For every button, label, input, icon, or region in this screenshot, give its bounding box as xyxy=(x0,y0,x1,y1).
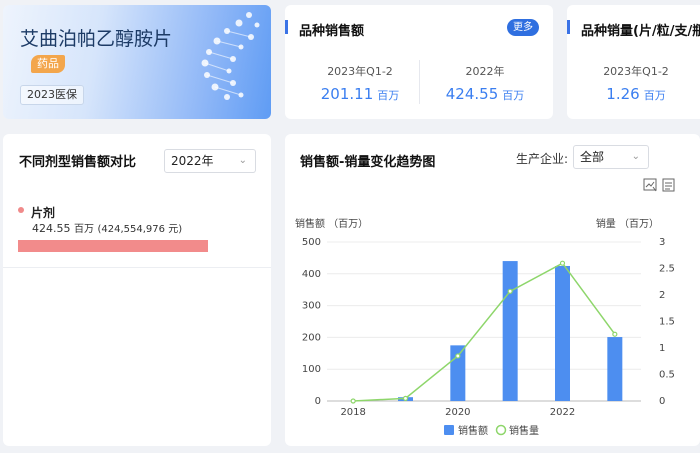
year-select-value: 2022年 xyxy=(171,154,214,168)
dosage-unit: 百万 xyxy=(74,224,94,235)
dosage-number: 424.55 xyxy=(32,222,71,235)
x-tick-label: 2018 xyxy=(340,407,365,418)
volume-period: 2023年Q1-2 xyxy=(603,65,669,78)
legend-bar-label: 销售额 xyxy=(458,424,488,437)
category-tag: 药品 xyxy=(31,55,65,73)
legend-line-swatch xyxy=(495,424,507,436)
dosage-card-title: 不同剂型销售额对比 xyxy=(19,155,137,170)
dosage-item-value: 424.55 百万 (424,554,976 元) xyxy=(32,220,182,235)
sales-value-2023: 201.11 百万 xyxy=(305,85,415,103)
volume-line xyxy=(353,262,616,402)
sales-period-2022: 2022年 xyxy=(465,65,505,78)
y-left-tick-label: 300 xyxy=(302,301,321,312)
legend-line-label: 销售量 xyxy=(509,424,539,437)
sales-number-2022: 424.55 xyxy=(445,85,499,103)
sales-card: 品种销售额 更多 2023年Q1-2 201.11 百万 2022年 424.55… xyxy=(285,5,553,119)
y-right-tick-label: 2 xyxy=(659,290,665,301)
sales-period-2023: 2023年Q1-2 xyxy=(327,65,393,78)
volume-point xyxy=(350,398,356,404)
sales-number-2023: 201.11 xyxy=(320,85,374,103)
more-button[interactable]: 更多 xyxy=(507,19,539,36)
title-accent-bar xyxy=(567,20,570,34)
y-right-tick-label: 1 xyxy=(659,343,665,354)
volume-point xyxy=(612,331,618,337)
volume-card: 品种销量(片/粒/支/瓶) 2023年Q1-2 1.26 百万 xyxy=(567,5,700,119)
sales-bar xyxy=(502,261,518,401)
x-tick-label: 2022 xyxy=(550,407,575,418)
y-right-tick-label: 2.5 xyxy=(659,264,675,275)
insurance-badge: 2023医保 xyxy=(20,85,84,105)
y-right-tick-label: 0.5 xyxy=(659,370,675,381)
y-right-tick-label: 3 xyxy=(659,237,665,248)
y-left-tick-label: 100 xyxy=(302,364,321,375)
sales-bar xyxy=(607,337,623,401)
volume-point xyxy=(507,288,513,294)
card-divider xyxy=(3,267,271,268)
y-left-tick-label: 500 xyxy=(302,237,321,248)
y-right-tick-label: 0 xyxy=(659,396,665,407)
y-right-axis-label: 销量 （百万） xyxy=(596,217,659,230)
sales-volume-chart: 销售额 （百万） 销量 （百万） 0 100 200 300 400 500 0 0.5 1 1.5 2… xyxy=(295,217,675,437)
legend-dot xyxy=(18,207,24,213)
dosage-item-name: 片剂 xyxy=(31,206,56,220)
dosage-share-bar xyxy=(18,240,208,252)
sales-unit-2022: 百万 xyxy=(502,89,525,102)
volume-card-title: 品种销量(片/粒/支/瓶) xyxy=(581,24,700,39)
dna-helix-illustration xyxy=(201,12,260,100)
drug-hero-card: 艾曲泊帕乙醇胺片 药品 2023医保 xyxy=(3,5,271,119)
x-tick-label: 2020 xyxy=(445,407,470,418)
sales-bar xyxy=(555,265,570,401)
y-left-tick-label: 0 xyxy=(315,396,321,407)
trend-chart-card: 销售额-销量变化趋势图 生产企业: 全部 ⌄ 销售额 （百万） 销量 （百万） 0 1… xyxy=(285,134,700,446)
volume-number: 1.26 xyxy=(606,85,640,103)
volume-unit: 百万 xyxy=(643,89,666,102)
stat-divider xyxy=(419,60,420,104)
y-left-tick-label: 400 xyxy=(302,269,321,280)
y-right-tick-label: 1.5 xyxy=(659,317,675,328)
sales-unit-2023: 百万 xyxy=(377,89,400,102)
volume-value: 1.26 百万 xyxy=(581,85,691,103)
dosage-form-card: 不同剂型销售额对比 2022年 ⌄ 片剂 424.55 百万 (424,554,… xyxy=(3,134,271,446)
dosage-bar-track xyxy=(18,240,208,252)
drug-name: 艾曲泊帕乙醇胺片 xyxy=(20,28,173,50)
title-accent-bar xyxy=(285,20,288,34)
legend-bar-swatch xyxy=(444,425,454,435)
y-left-tick-label: 200 xyxy=(302,332,321,343)
y-left-axis-label: 销售额 （百万） xyxy=(295,217,368,230)
dosage-detail: (424,554,976 元) xyxy=(97,224,183,235)
sales-value-2022: 424.55 百万 xyxy=(430,85,540,103)
chevron-down-icon: ⌄ xyxy=(238,155,247,166)
year-select[interactable]: 2022年 ⌄ xyxy=(164,149,256,173)
volume-point xyxy=(455,353,461,359)
sales-card-title: 品种销售额 xyxy=(299,24,365,39)
volume-point xyxy=(559,260,566,266)
volume-point xyxy=(402,395,409,401)
